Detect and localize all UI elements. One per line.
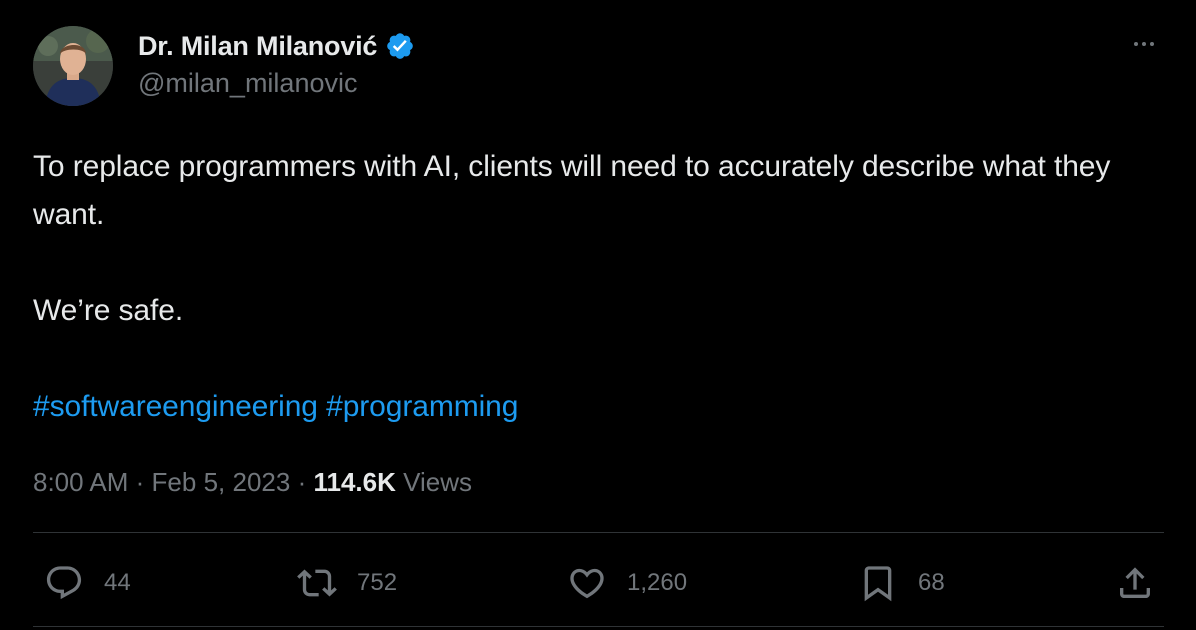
- reply-count: 44: [104, 569, 131, 596]
- more-dot-icon: [1134, 42, 1138, 46]
- views-count: 114.6K: [313, 467, 396, 497]
- tweet-line-1: To replace programmers with AI, clients …: [33, 150, 1111, 231]
- more-options-button[interactable]: [1124, 32, 1164, 56]
- more-dot-icon: [1150, 42, 1154, 46]
- tweet-date[interactable]: Feb 5, 2023: [152, 467, 291, 497]
- handle[interactable]: @milan_milanovic: [138, 68, 415, 99]
- bookmark-icon: [864, 566, 892, 602]
- like-count: 1,260: [627, 569, 688, 596]
- more-dot-icon: [1142, 42, 1146, 46]
- share-icon: [1120, 567, 1150, 598]
- like-button[interactable]: 1,260: [567, 558, 687, 608]
- hashtag-programming[interactable]: #programming: [326, 390, 518, 423]
- divider: [33, 532, 1164, 533]
- heart-icon: [570, 568, 604, 599]
- meta-separator: ·: [297, 467, 307, 497]
- action-bar: 44 752 1,260 68: [0, 558, 1196, 608]
- share-button[interactable]: [1115, 558, 1155, 608]
- retweet-count: 752: [357, 569, 398, 596]
- hashtags: #softwareengineering #programming: [33, 383, 1163, 431]
- tweet-line-2: We’re safe.: [33, 294, 184, 327]
- bookmark-button[interactable]: 68: [858, 558, 945, 608]
- name-row: Dr. Milan Milanović: [138, 28, 415, 64]
- retweet-button[interactable]: 752: [297, 558, 397, 608]
- views-label: Views: [403, 467, 472, 497]
- display-name[interactable]: Dr. Milan Milanović: [138, 31, 377, 62]
- bookmark-count: 68: [918, 569, 945, 596]
- avatar[interactable]: [33, 26, 113, 106]
- tweet-time[interactable]: 8:00 AM: [33, 467, 128, 497]
- tweet-text: To replace programmers with AI, clients …: [33, 143, 1163, 431]
- bottom-divider: [33, 626, 1164, 627]
- tweet-card: Dr. Milan Milanović @milan_milanovic To …: [0, 0, 1196, 630]
- meta-separator: ·: [135, 467, 145, 497]
- author-info: Dr. Milan Milanović @milan_milanovic: [138, 28, 415, 99]
- verified-badge-icon: [385, 31, 415, 61]
- reply-button[interactable]: 44: [44, 558, 131, 608]
- hashtag-softwareengineering[interactable]: #softwareengineering: [33, 390, 318, 423]
- avatar-image: [33, 26, 113, 106]
- tweet-meta: 8:00 AM · Feb 5, 2023 · 114.6K Views: [33, 462, 472, 502]
- reply-icon: [46, 566, 82, 600]
- retweet-icon: [297, 569, 337, 597]
